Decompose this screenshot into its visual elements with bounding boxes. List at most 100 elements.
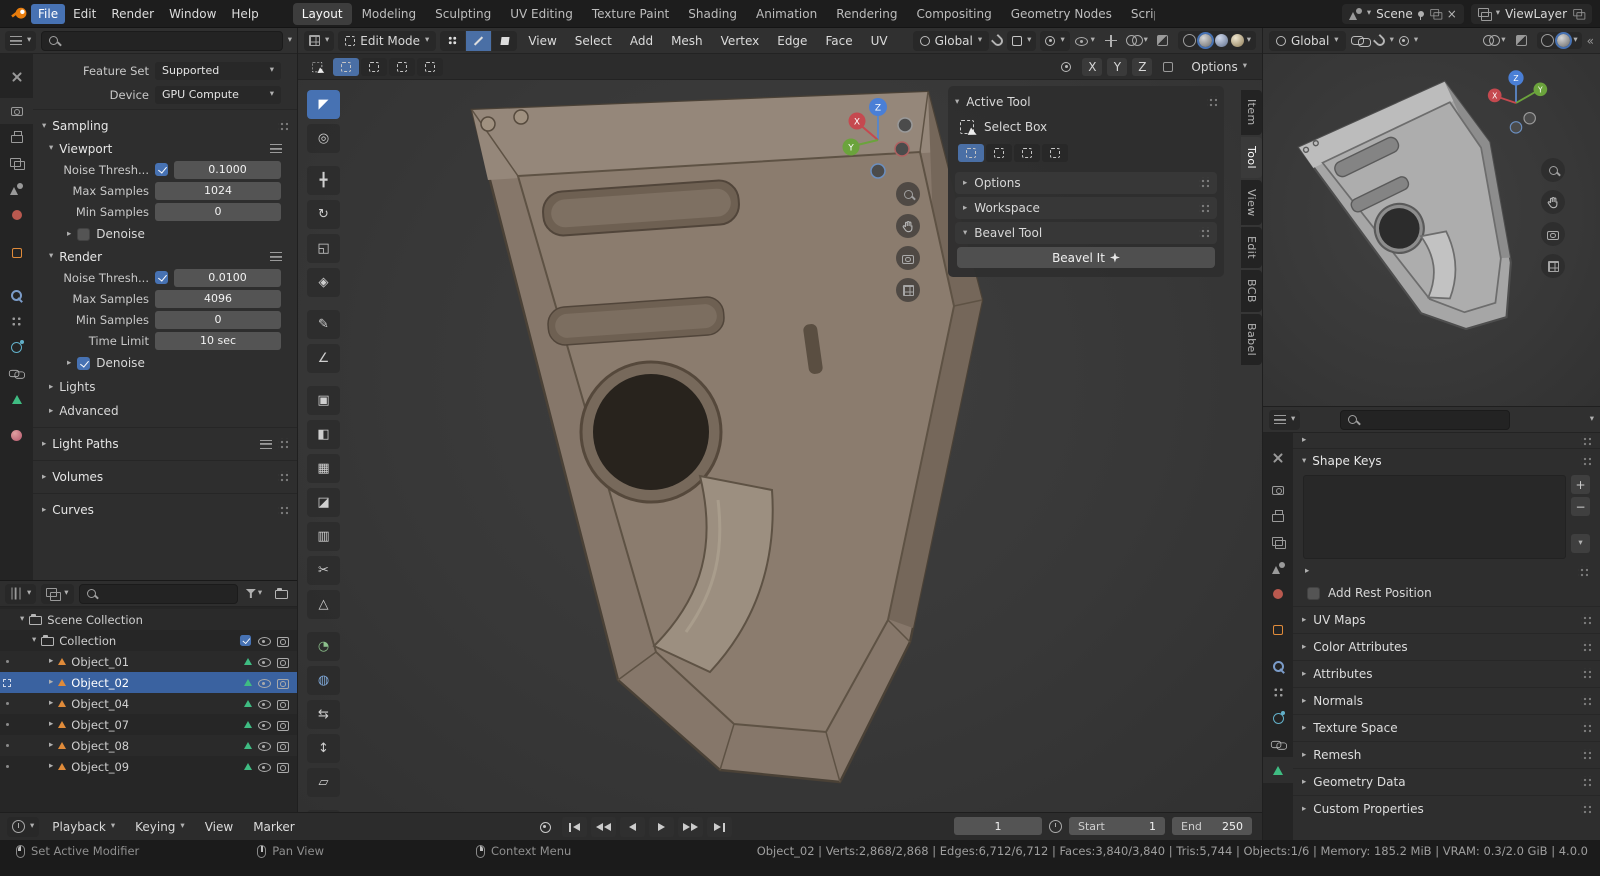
zoom-button[interactable]	[1541, 158, 1565, 182]
subpanel-render[interactable]: ▾ Render	[33, 246, 297, 267]
snap-face-nearest-button[interactable]	[1157, 57, 1179, 77]
eye-icon[interactable]	[257, 655, 271, 668]
vp-noise-checkbox[interactable]	[155, 163, 168, 176]
chevron-right-icon[interactable]: ▸	[49, 741, 53, 750]
snap-toggle-icon[interactable]	[991, 33, 1006, 48]
feature-set-dropdown[interactable]: Supported ▾	[155, 61, 281, 80]
wireframe-shading-icon[interactable]	[1182, 34, 1196, 47]
tab-object[interactable]	[0, 240, 33, 266]
tool-edge-slide[interactable]: ⇆	[307, 700, 340, 729]
panel-uv-maps[interactable]: ▸ UV Maps	[1293, 606, 1600, 633]
time-limit-value[interactable]: 10 sec	[155, 331, 281, 350]
eye-icon[interactable]	[257, 676, 271, 689]
preset-list-icon[interactable]	[270, 252, 282, 261]
proportional-editing-dropdown[interactable]: ▾	[1040, 30, 1070, 51]
viewport-menu-face[interactable]: Face	[818, 31, 859, 51]
panel-sampling[interactable]: ▾ Sampling	[33, 114, 297, 138]
transform-orientation-dropdown[interactable]: Global ▾	[912, 30, 990, 51]
menu-window[interactable]: Window	[162, 4, 223, 24]
display-mode-button[interactable]: ▾	[41, 583, 74, 604]
r-denoise-row[interactable]: ▸ Denoise	[33, 351, 297, 375]
frame-start-field[interactable]: Start 1	[1069, 817, 1165, 835]
select-subtract-button[interactable]	[389, 57, 415, 76]
wireframe-shading-icon[interactable]	[1541, 34, 1555, 47]
unlink-scene-icon[interactable]: ×	[1447, 7, 1457, 21]
material-shading-icon[interactable]	[1214, 34, 1228, 47]
chevron-down-icon[interactable]: ▾	[32, 636, 36, 645]
workspace-tab-layout[interactable]: Layout	[292, 2, 352, 25]
tree-row-collection[interactable]: ▾ Collection	[0, 630, 297, 651]
sidebar-tab-bcb[interactable]: BCB	[1241, 270, 1262, 313]
shape-key-specials-button[interactable]: ▾	[1571, 534, 1590, 553]
camera-visibility-icon[interactable]	[276, 697, 290, 710]
tab-object-data[interactable]	[1263, 757, 1293, 783]
workspace-tab-compositing[interactable]: Compositing	[907, 3, 1000, 25]
r-noise-checkbox[interactable]	[155, 271, 168, 284]
xray-toggle-button[interactable]	[1152, 31, 1174, 51]
panel-curves[interactable]: ▸ Curves	[33, 498, 297, 522]
bevel-it-button[interactable]: Beavel It	[957, 247, 1215, 268]
pin-icon[interactable]	[1417, 10, 1424, 20]
preset-list-icon[interactable]	[270, 144, 282, 153]
tool-rotate[interactable]: ↻	[307, 200, 340, 229]
camera-visibility-icon[interactable]	[276, 655, 290, 668]
viewport-menu-mesh[interactable]: Mesh	[664, 31, 710, 51]
navigation-gizmo[interactable]: Z Y X	[1481, 68, 1551, 138]
filter-chevron-icon[interactable]: ▾	[288, 36, 292, 45]
panel-texture-space[interactable]: ▸ Texture Space	[1293, 714, 1600, 741]
tab-scene[interactable]	[0, 176, 33, 202]
select-set-button[interactable]	[958, 144, 984, 162]
vp-denoise-checkbox[interactable]	[77, 227, 91, 241]
toggle-perspective-button[interactable]	[896, 278, 920, 302]
timeline-editor-type-button[interactable]: ▾	[7, 816, 40, 837]
toggle-perspective-button[interactable]	[1541, 254, 1565, 278]
advanced-row[interactable]: ▸ Advanced	[33, 399, 297, 423]
tree-row-object[interactable]: ▸ Object_08	[0, 735, 297, 756]
panel-normals[interactable]: ▸ Normals	[1293, 687, 1600, 714]
lights-row[interactable]: ▸ Lights	[33, 375, 297, 399]
tool-knife[interactable]: ✂	[307, 556, 340, 585]
pan-button[interactable]	[1541, 190, 1565, 214]
tab-constraints[interactable]	[0, 360, 33, 386]
camera-visibility-icon[interactable]	[276, 739, 290, 752]
scene-selector[interactable]: ▾ Scene ×	[1341, 3, 1464, 24]
outliner-editor-type-button[interactable]: ▾	[5, 583, 37, 604]
tab-scene[interactable]	[1263, 555, 1293, 581]
face-select-button[interactable]	[492, 30, 518, 51]
workspace-tab-scripting[interactable]: Scripting	[1122, 3, 1155, 25]
camera-visibility-icon[interactable]	[276, 634, 290, 647]
next-keyframe-button[interactable]	[678, 817, 703, 837]
solid-shading-icon[interactable]	[1196, 32, 1214, 49]
chevron-down-icon[interactable]: ▾	[1414, 36, 1418, 45]
viewport-menu-vertex[interactable]: Vertex	[714, 31, 767, 51]
r-denoise-checkbox[interactable]	[77, 356, 91, 370]
tree-row-object[interactable]: ▸ Object_07	[0, 714, 297, 735]
tree-row-scene-collection[interactable]: ▾ Scene Collection	[0, 609, 297, 630]
tab-material[interactable]	[0, 422, 33, 448]
tool-shear[interactable]: ▱	[307, 768, 340, 797]
vertex-select-button[interactable]	[440, 30, 466, 51]
timeline-menu-marker[interactable]: Marker	[246, 817, 301, 837]
viewport-canvas[interactable]: ◤ ◎ ╋ ↻ ◱ ◈ ✎ ∠ ▣ ◧ ▦ ◪ ▥ ✂ △ ◔ ◍ ⇆ ↕ ▱ …	[298, 80, 1262, 812]
tab-tool[interactable]	[1263, 445, 1293, 471]
blender-logo-icon[interactable]	[8, 4, 30, 24]
keying-dropdown[interactable]: Keying ▾	[128, 817, 192, 837]
tab-tool[interactable]	[0, 64, 33, 90]
sidebar-tab-view[interactable]: View	[1241, 179, 1262, 226]
tool-move[interactable]: ╋	[307, 166, 340, 195]
device-dropdown[interactable]: GPU Compute ▾	[155, 85, 281, 104]
eye-icon[interactable]	[257, 760, 271, 773]
viewport-menu-add[interactable]: Add	[623, 31, 660, 51]
panel-geometry-data[interactable]: ▸ Geometry Data	[1293, 768, 1600, 795]
proportional-icon[interactable]	[1398, 35, 1409, 46]
solid-shading-icon[interactable]	[1555, 32, 1573, 49]
vp-min-samples-value[interactable]: 0	[155, 202, 281, 221]
viewport-menu-select[interactable]: Select	[568, 31, 619, 51]
remove-shape-key-button[interactable]: −	[1571, 497, 1590, 516]
navigation-gizmo[interactable]: Z X Y	[832, 94, 924, 186]
select-set-button[interactable]	[333, 57, 359, 76]
tool-transform[interactable]: ◈	[307, 268, 340, 297]
tab-particles[interactable]	[1263, 679, 1293, 705]
tab-particles[interactable]	[0, 308, 33, 334]
panel-remesh[interactable]: ▸ Remesh	[1293, 741, 1600, 768]
